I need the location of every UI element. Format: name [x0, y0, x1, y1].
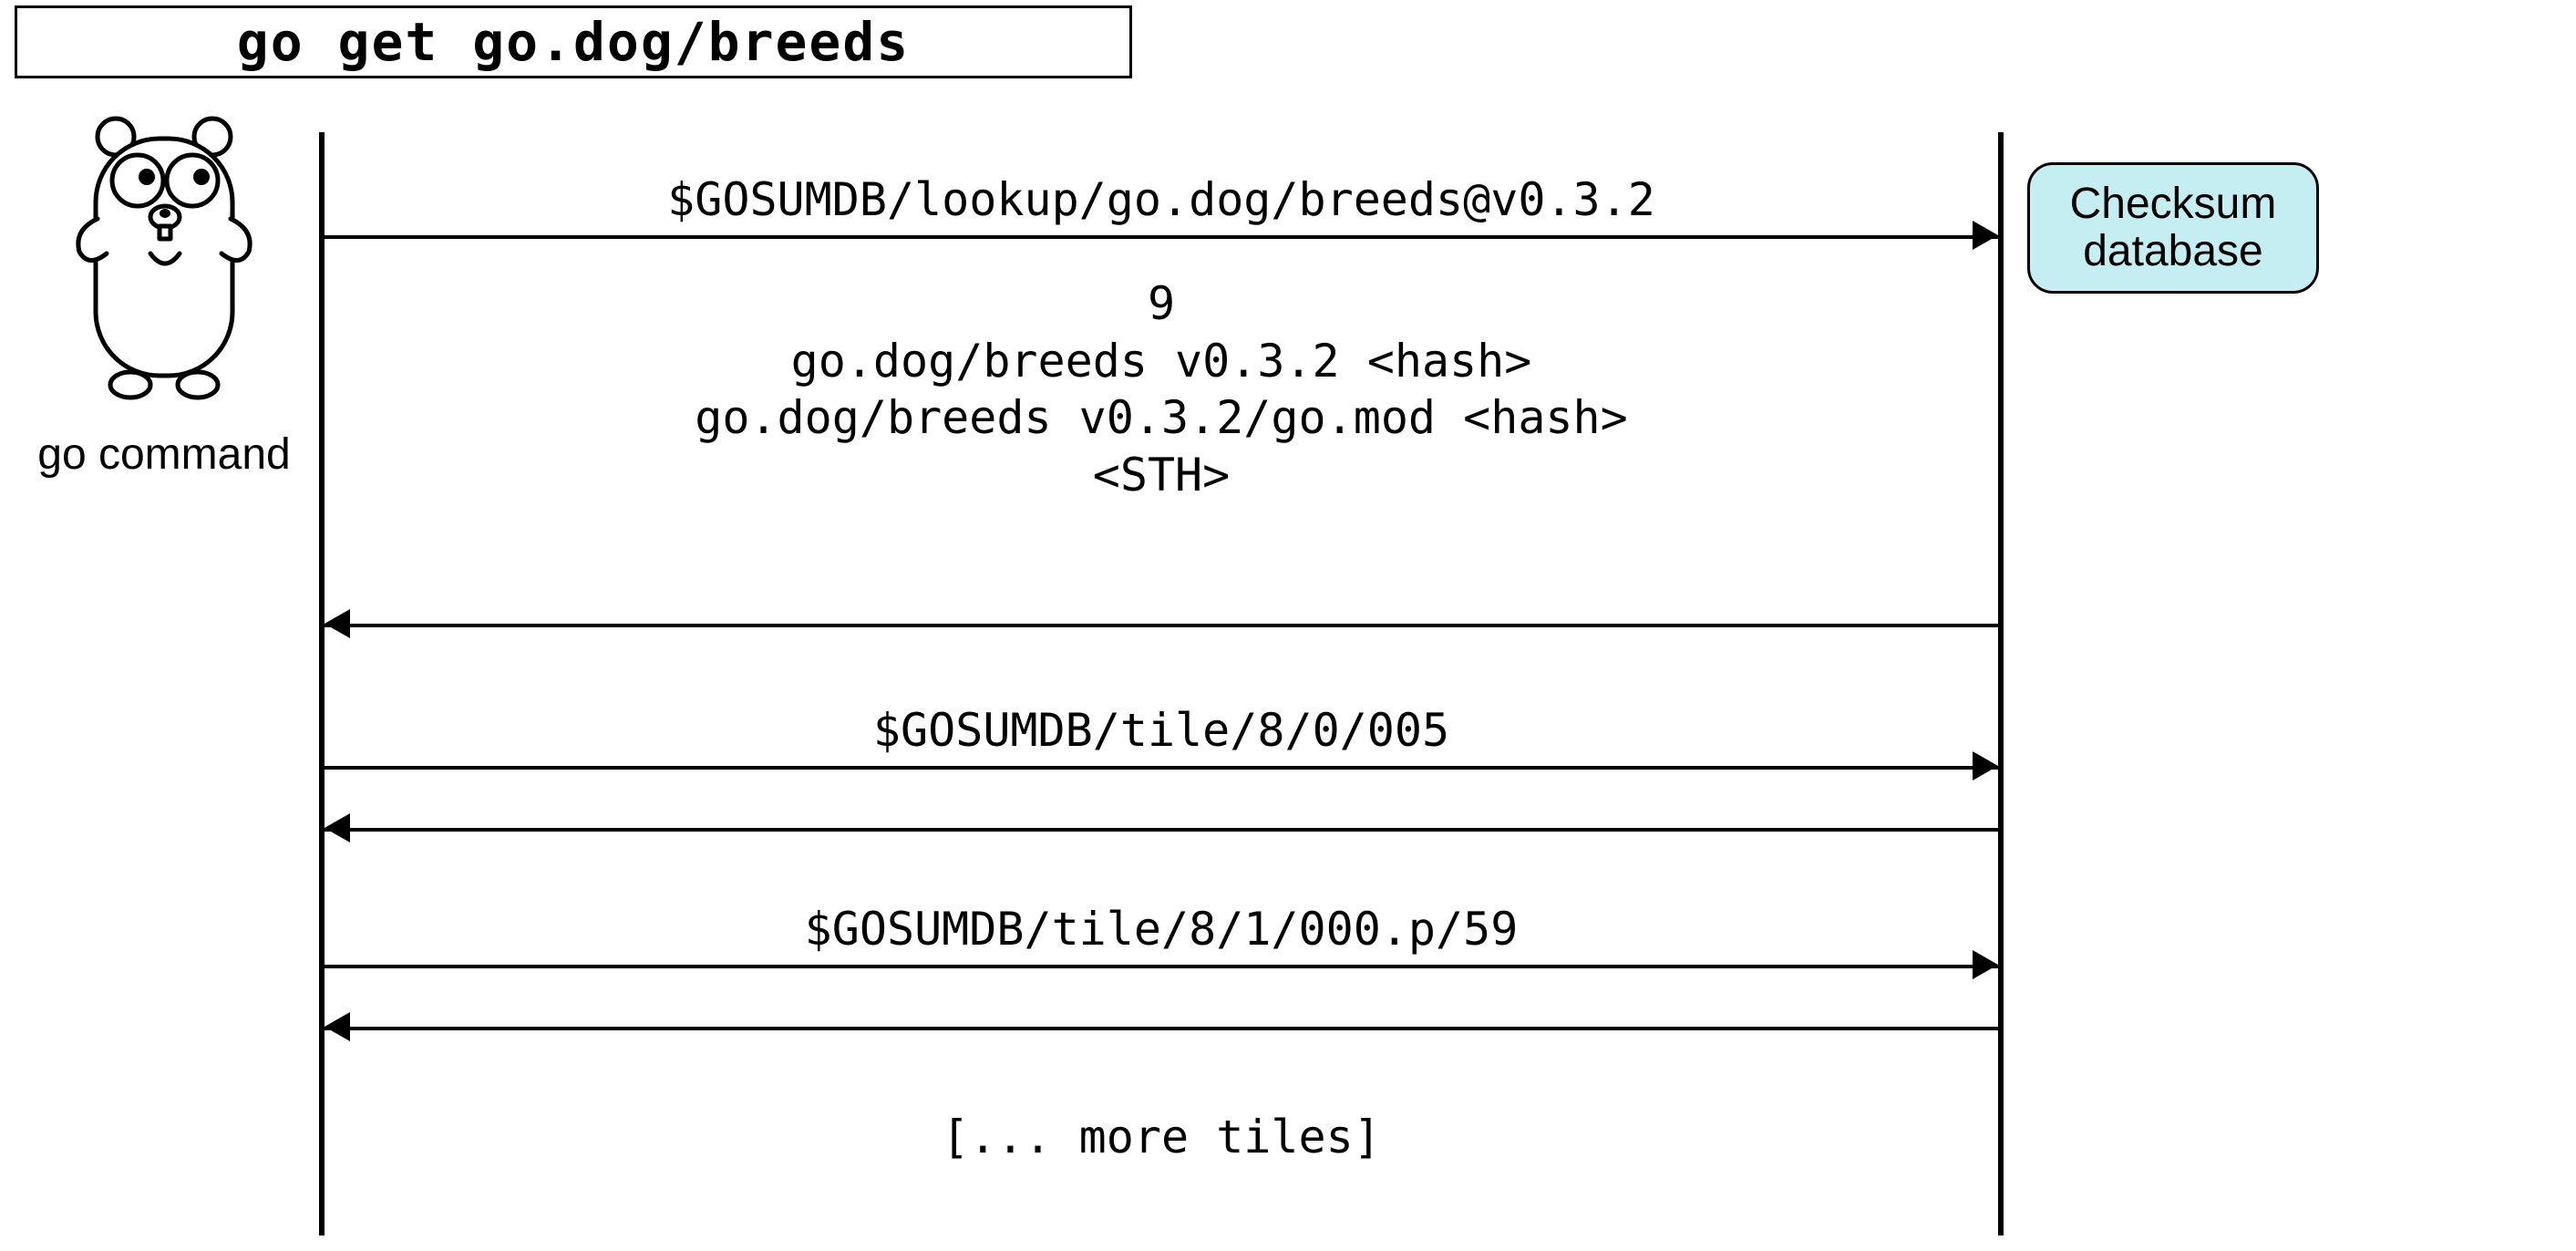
arrowhead-tile2-request [1973, 950, 1998, 979]
actor-checksum-database: Checksum database [2027, 162, 2319, 294]
arrow-tile2-response [325, 1027, 1998, 1030]
msg-tile1-request: $GOSUMDB/tile/8/0/005 [325, 702, 1998, 760]
lifeline-checksum-db [1998, 132, 2004, 1235]
gopher-icon [59, 109, 269, 419]
arrowhead-tile2-response [325, 1012, 350, 1041]
msg-lookup-response: 9 go.dog/breeds v0.3.2 <hash> go.dog/bre… [325, 275, 1998, 503]
msg-more-tiles: [... more tiles] [325, 1109, 1998, 1166]
actor-right-label: Checksum database [2030, 181, 2316, 275]
arrowhead-tile1-request [1973, 751, 1998, 781]
arrow-tile1-request [325, 766, 1998, 770]
msg-tile2-request: $GOSUMDB/tile/8/1/000.p/59 [325, 901, 1998, 958]
arrow-lookup-response [325, 624, 1998, 627]
arrow-tile2-request [325, 965, 1998, 968]
arrowhead-tile1-response [325, 813, 350, 843]
msg-lookup-request: $GOSUMDB/lookup/go.dog/breeds@v0.3.2 [325, 171, 1998, 229]
actor-go-command: go command [27, 109, 301, 479]
arrow-tile1-response [325, 828, 1998, 832]
arrow-lookup-request [325, 235, 1998, 239]
title-text: go get go.dog/breeds [237, 11, 910, 73]
title-box: go get go.dog/breeds [15, 5, 1132, 78]
actor-left-label: go command [27, 431, 301, 479]
arrowhead-lookup-request [1973, 221, 1998, 250]
arrowhead-lookup-response [325, 609, 350, 638]
